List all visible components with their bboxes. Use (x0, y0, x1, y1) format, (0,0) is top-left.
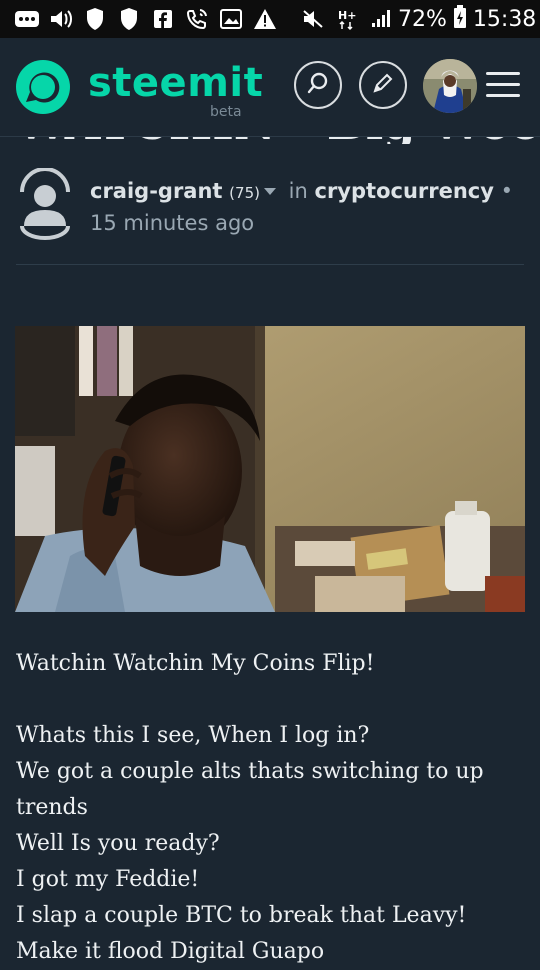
body-line: Make it flood Digital Guapo (16, 939, 325, 964)
post-body: Watchin Watchin My Coins Flip! Whats thi… (16, 646, 526, 970)
body-line: Whats this I see, When I log in? (16, 723, 370, 748)
shield-icon (78, 0, 112, 38)
body-line: Watchin Watchin My Coins Flip! (16, 651, 375, 676)
battery-percent: 72% (398, 6, 447, 32)
in-label: in (288, 179, 308, 203)
author-menu-caret-icon[interactable] (263, 188, 276, 195)
author-reputation: (75) (229, 184, 260, 202)
category-link[interactable]: cryptocurrency (315, 179, 494, 203)
menu-icon-bar (486, 83, 520, 86)
author-row: craig-grant (75) in cryptocurrency • 15 … (18, 167, 530, 248)
user-avatar[interactable] (423, 59, 477, 113)
steemit-logo-icon[interactable] (14, 58, 72, 116)
author-name-link[interactable]: craig-grant (90, 179, 222, 203)
hplus-icon: H+ (330, 0, 364, 38)
body-line: We got a couple alts thats switching to … (16, 759, 484, 820)
edit-icon (371, 71, 395, 99)
shield-icon (112, 0, 146, 38)
menu-button[interactable] (486, 72, 520, 102)
brand-beta-label: beta (210, 104, 242, 120)
search-button[interactable] (294, 61, 342, 109)
body-line: I slap a couple BTC to break that Leavy! (16, 903, 467, 928)
brand-name[interactable]: steemit (88, 60, 263, 106)
battery-icon (453, 5, 467, 33)
menu-icon-bar (486, 94, 520, 97)
post-image[interactable] (15, 326, 525, 612)
divider (16, 264, 524, 265)
body-line: I got my Feddie! (16, 867, 200, 892)
body-line: Well Is you ready? (16, 831, 220, 856)
facebook-icon (146, 0, 180, 38)
author-avatar[interactable] (18, 167, 72, 240)
meta-separator: • (500, 179, 514, 203)
post-time: 15 minutes ago (90, 211, 255, 235)
status-bar: H+ 72% 15:38 (0, 0, 540, 38)
image-icon (214, 0, 248, 38)
volume-icon (44, 0, 78, 38)
post-meta: craig-grant (75) in cryptocurrency • 15 … (90, 176, 530, 238)
app-header: steemit beta (0, 38, 540, 137)
search-icon (306, 71, 330, 99)
clock: 15:38 (472, 6, 537, 32)
more-icon (10, 0, 44, 38)
warning-icon (248, 0, 282, 38)
signal-icon (364, 0, 398, 38)
mute-icon (296, 0, 330, 38)
write-post-button[interactable] (359, 61, 407, 109)
wifi-calling-icon (180, 0, 214, 38)
menu-icon-bar (486, 72, 520, 75)
svg-text:H+: H+ (338, 9, 356, 22)
